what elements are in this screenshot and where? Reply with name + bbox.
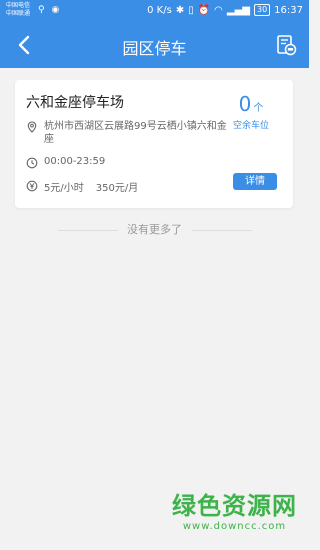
price-monthly: 350元/月 <box>95 183 139 194</box>
hours-row: 00:00-23:59 <box>26 156 105 169</box>
circle-icon: ◉ <box>51 5 60 15</box>
parking-lot-name: 六和金座停车场 <box>26 95 124 111</box>
location-pin-icon <box>27 121 37 133</box>
usb-icon: ⚲ <box>38 5 45 15</box>
available-spaces-count: 0 <box>238 92 252 116</box>
watermark-url: www.downcc.com <box>182 521 287 532</box>
document-car-icon <box>277 35 297 56</box>
divider-right <box>191 229 252 231</box>
price-row: 5元/小时 350元/月 <box>26 179 138 194</box>
notification-icons: ⚲ ◉ <box>38 5 59 15</box>
detail-button[interactable]: 详情 <box>233 173 277 190</box>
wifi-icon: ◠ <box>214 4 223 16</box>
battery-icon: 30 <box>253 4 271 16</box>
no-more-text: 没有更多了 <box>127 223 182 236</box>
alarm-icon: ⏰ <box>197 4 211 16</box>
parking-lot-card[interactable]: 六和金座停车场 0个 空余车位 杭州市西湖区云展路99号云栖小镇六和金座 00:… <box>15 80 293 208</box>
watermark-title: 绿色资源网 <box>172 492 297 520</box>
carrier-1: 中国电信 <box>6 2 31 9</box>
clock-icon <box>26 157 38 169</box>
status-right: 0 K/s ✱ ▯ ⏰ ◠ ▂▄▆ 30 16:37 <box>147 4 303 16</box>
address-text: 杭州市西湖区云展路99号云栖小镇六和金座 <box>44 121 227 145</box>
divider-left <box>57 229 118 231</box>
no-more-indicator: 没有更多了 <box>0 221 309 237</box>
hours-text: 00:00-23:59 <box>44 156 106 167</box>
clock: 16:37 <box>274 4 303 16</box>
page-title: 园区停车 <box>122 39 187 58</box>
parking-record-button[interactable] <box>275 34 297 56</box>
network-speed: 0 K/s <box>147 4 172 16</box>
vibrate-icon: ▯ <box>188 4 194 16</box>
address-row: 杭州市西湖区云展路99号云栖小镇六和金座 <box>26 120 236 146</box>
nav-bar: 园区停车 <box>0 22 309 68</box>
bluetooth-icon: ✱ <box>175 4 185 16</box>
carrier-2: 中国联通 <box>6 10 31 17</box>
available-spaces-unit: 个 <box>253 103 264 114</box>
watermark: 绿色资源网 www.downcc.com <box>172 486 297 532</box>
carrier-info: 中国电信 中国联通 <box>6 2 30 18</box>
status-bar: 中国电信 中国联通 ⚲ ◉ 0 K/s ✱ ▯ ⏰ ◠ ▂▄▆ 30 16:37 <box>0 0 309 22</box>
yen-icon <box>26 180 38 192</box>
signal-icon: ▂▄▆ <box>226 4 250 16</box>
price-hourly: 5元/小时 <box>44 183 84 194</box>
